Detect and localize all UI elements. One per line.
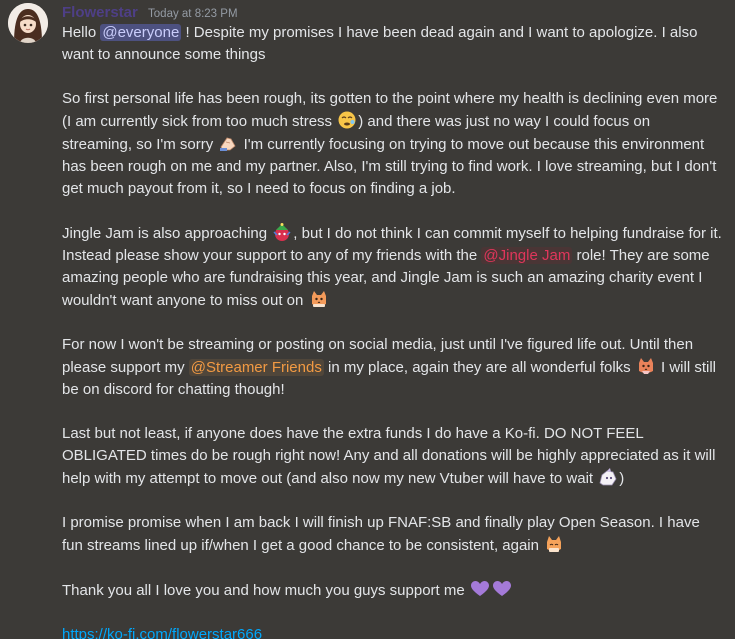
kofi-link[interactable]: https://ko-fi.com/flowerstar666 (62, 626, 262, 639)
mention-everyone[interactable]: @everyone (100, 24, 182, 41)
paragraph-3: Jingle Jam is also approaching , but I d… (62, 222, 723, 312)
dizzy-tired-face-emoji[interactable] (337, 110, 357, 130)
paragraph-7: Thank you all I love you and how much yo… (62, 579, 723, 602)
chat-message: Flowerstar Today at 8:23 PM Hello @every… (0, 0, 735, 639)
text: Hello (62, 24, 101, 41)
purple-heart-emoji[interactable] (470, 579, 490, 599)
text: Jingle Jam is also approaching (62, 225, 272, 242)
user-avatar[interactable] (8, 3, 48, 43)
author-name[interactable]: Flowerstar (62, 4, 138, 21)
jingle-jam-emoji[interactable] (272, 222, 292, 242)
message-body: Hello @everyone ! Despite my promises I … (62, 22, 723, 639)
text: in my place, again they are all wonderfu… (323, 359, 635, 376)
paragraph-5: Last but not least, if anyone does have … (62, 423, 723, 490)
text: Thank you all I love you and how much yo… (62, 582, 469, 599)
avatar-image (8, 3, 48, 43)
message-timestamp: Today at 8:23 PM (148, 8, 238, 20)
message-header: Flowerstar Today at 8:23 PM (62, 4, 723, 22)
mention-streamer-friends[interactable]: @Streamer Friends (188, 359, 324, 376)
cat-emoji[interactable] (636, 356, 656, 376)
paragraph-8: https://ko-fi.com/flowerstar666 (62, 624, 723, 639)
vtuber-emoji[interactable] (598, 467, 618, 487)
paragraph-1: Hello @everyone ! Despite my promises I … (62, 22, 723, 66)
sorry-hand-emoji[interactable] (218, 133, 238, 153)
paragraph-6: I promise promise when I am back I will … (62, 512, 723, 557)
purple-heart-emoji[interactable] (492, 579, 512, 599)
paragraph-2: So first personal life has been rough, i… (62, 88, 723, 200)
mention-jingle-jam[interactable]: @Jingle Jam (481, 247, 573, 264)
cat-emoji[interactable] (309, 289, 329, 309)
paragraph-4: For now I won't be streaming or posting … (62, 334, 723, 401)
text: I promise promise when I am back I will … (62, 514, 700, 554)
text: ) (619, 470, 625, 487)
cat-emoji[interactable] (544, 534, 564, 554)
